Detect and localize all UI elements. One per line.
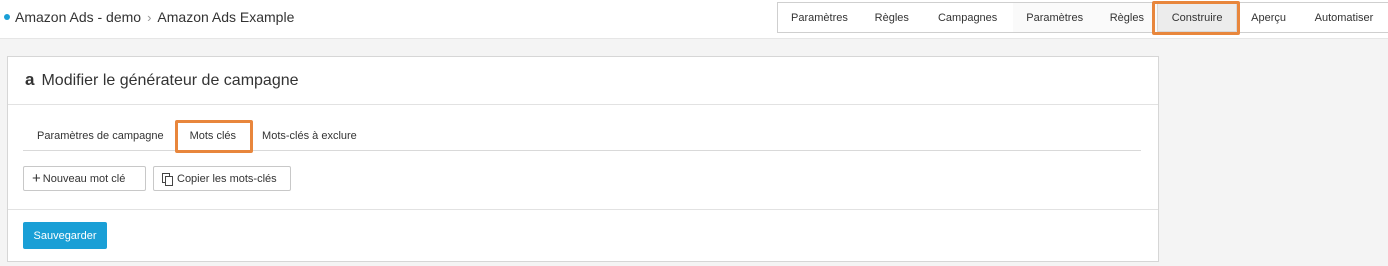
tab-label: Mots clés <box>189 130 237 142</box>
breadcrumb: Amazon Ads - demo › Amazon Ads Example <box>4 9 294 25</box>
wizard-step-parametres-2[interactable]: Paramètres <box>1012 3 1097 32</box>
new-keyword-label: Nouveau mot clé <box>42 172 126 185</box>
wizard-step-label: Automatiser <box>1314 11 1374 24</box>
panel-header: a Modifier le générateur de campagne <box>8 57 1158 105</box>
wizard-step-automatiser[interactable]: Automatiser <box>1300 3 1388 32</box>
tab-mots-cles[interactable]: Mots clés <box>177 122 249 150</box>
wizard-step-parametres-1[interactable]: Paramètres <box>778 3 861 32</box>
page-title: Modifier le générateur de campagne <box>41 71 299 89</box>
new-keyword-button[interactable]: + Nouveau mot clé <box>23 166 146 191</box>
wizard-step-construire[interactable]: Construire <box>1156 3 1238 32</box>
wizard-step-regles-1[interactable]: Règles <box>861 3 923 32</box>
wizard-step-regles-2[interactable]: Règles <box>1096 3 1157 32</box>
wizard-steps: Paramètres Règles Campagnes Paramètres R… <box>777 2 1388 33</box>
plus-icon: + <box>32 170 41 187</box>
wizard-step-label: Aperçu <box>1251 11 1287 24</box>
top-bar: Amazon Ads - demo › Amazon Ads Example P… <box>0 0 1388 39</box>
status-dot-icon <box>4 14 10 20</box>
tab-mots-cles-a-exclure[interactable]: Mots-clés à exclure <box>249 122 370 150</box>
wizard-step-label: Paramètres <box>791 11 848 24</box>
wizard-step-label: Règles <box>874 11 909 24</box>
wizard-step-campagnes[interactable]: Campagnes <box>923 3 1020 32</box>
copy-keywords-label: Copier les mots-clés <box>177 172 277 185</box>
campaign-builder-panel: a Modifier le générateur de campagne Par… <box>7 56 1159 262</box>
wizard-step-apercu[interactable]: Aperçu <box>1237 3 1300 32</box>
copy-icon <box>162 173 173 186</box>
tab-label: Mots-clés à exclure <box>262 130 357 142</box>
tab-label: Paramètres de campagne <box>37 130 164 142</box>
tab-parametres-de-campagne[interactable]: Paramètres de campagne <box>23 122 177 150</box>
step-arrow-icon <box>1012 3 1020 32</box>
wizard-step-label: Campagnes <box>937 11 998 24</box>
wizard-step-label: Construire <box>1171 11 1223 24</box>
save-button[interactable]: Sauvegarder <box>23 222 107 249</box>
copy-keywords-button[interactable]: Copier les mots-clés <box>153 166 291 191</box>
keyword-tabs: Paramètres de campagne Mots clés Mots-cl… <box>23 122 1141 151</box>
amazon-icon: a <box>25 69 35 89</box>
chevron-right-icon: › <box>147 9 152 25</box>
wizard-step-label: Règles <box>1109 11 1144 24</box>
breadcrumb-page: Amazon Ads Example <box>157 9 295 25</box>
wizard-step-label: Paramètres <box>1026 11 1084 24</box>
footer-divider <box>8 209 1158 210</box>
breadcrumb-account[interactable]: Amazon Ads - demo <box>15 9 141 25</box>
